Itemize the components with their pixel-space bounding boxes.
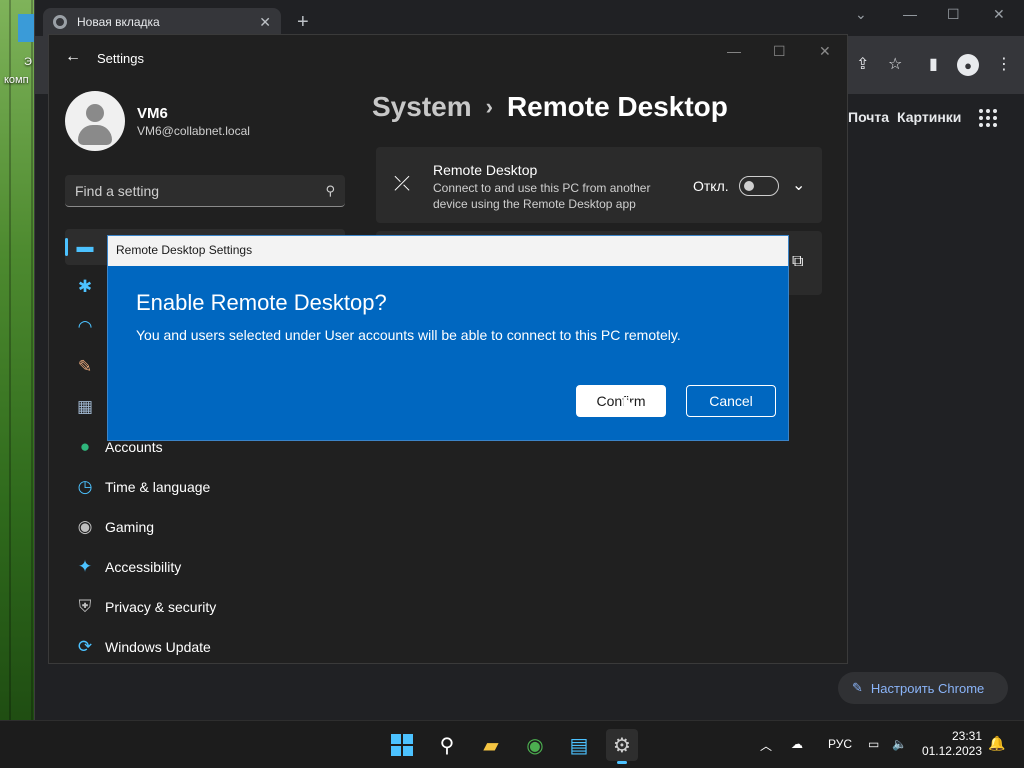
chevron-right-icon: › [485, 94, 493, 119]
avatar-body [78, 125, 112, 145]
windows-logo-icon [391, 734, 413, 756]
card-title: Remote Desktop [433, 162, 538, 178]
tab-close-icon[interactable]: ✕ [259, 14, 271, 31]
user-avatar[interactable] [65, 91, 125, 151]
bookmark-star-icon[interactable]: ☆ [888, 54, 902, 74]
desktop-icon-label: Э [24, 56, 32, 68]
open-external-icon[interactable]: ⧉ [792, 253, 803, 271]
network-icon[interactable]: ☁ [791, 737, 803, 751]
sidebar-item-label: Accessibility [105, 559, 182, 575]
sidebar-item-8[interactable]: ✦ Accessibility [65, 549, 345, 585]
language-indicator[interactable]: РУС [828, 737, 852, 751]
enable-remote-desktop-dialog: Remote Desktop Settings Enable Remote De… [107, 235, 789, 441]
nav-icon: ● [79, 437, 91, 456]
customize-chrome-button[interactable]: ✎ Настроить Chrome [838, 672, 1008, 704]
chevron-down-icon[interactable]: ⌄ [792, 175, 805, 195]
settings-taskbar-icon[interactable]: ⚙ [606, 729, 638, 764]
nav-icon: ✦ [77, 557, 93, 576]
mail-link[interactable]: Почта [848, 109, 889, 125]
user-email: VM6@collabnet.local [137, 124, 250, 138]
sidebar-item-10[interactable]: ⟳ Windows Update [65, 629, 345, 665]
tab-search-icon[interactable]: ⌄ [855, 6, 867, 23]
find-setting-input[interactable]: Find a setting ⚲ [65, 175, 345, 207]
minimize-button[interactable]: — [903, 6, 917, 22]
sidebar-item-label: Windows Update [105, 639, 211, 655]
nav-icon: ✎ [77, 357, 93, 376]
nav-icon: ✱ [77, 277, 93, 296]
user-name: VM6 [137, 105, 168, 122]
close-button[interactable]: ✕ [993, 6, 1005, 23]
toggle-state-label: Откл. [693, 178, 729, 194]
nav-icon: ◉ [77, 517, 93, 536]
sidebar-item-9[interactable]: ⛨ Privacy & security [65, 589, 345, 625]
breadcrumb: System › Remote Desktop [372, 91, 728, 123]
cancel-button[interactable]: Cancel [686, 385, 776, 417]
pencil-icon: ✎ [852, 680, 863, 695]
sidebar-item-label: Time & language [105, 479, 211, 495]
side-panel-icon[interactable]: ▮ [929, 54, 938, 74]
nav-icon: ⟳ [77, 637, 93, 656]
sidebar-item-label: Gaming [105, 519, 155, 535]
tray-overflow-icon[interactable]: ︿ [760, 737, 772, 754]
nav-icon: ◠ [77, 317, 93, 336]
nav-icon: ⛨ [78, 597, 92, 616]
tab-title: Новая вкладка [77, 15, 160, 29]
file-explorer-icon[interactable]: ▰ [475, 729, 507, 761]
dialog-heading: Enable Remote Desktop? [136, 290, 387, 315]
clock-date: 01.12.2023 [921, 744, 982, 758]
remote-desktop-icon: ⤫ [394, 173, 410, 195]
nav-icon: ◷ [77, 477, 93, 496]
search-glyph: ⚲ [439, 734, 455, 757]
chrome-glyph: ◉ [526, 734, 544, 757]
minimize-button[interactable]: — [727, 43, 741, 59]
notification-bell-icon[interactable]: 🔔 [988, 735, 1005, 752]
settings-title: Settings [97, 51, 144, 66]
images-link[interactable]: Картинки [897, 109, 961, 125]
page-title: Remote Desktop [506, 91, 728, 122]
sidebar-item-7[interactable]: ◉ Gaming [65, 509, 345, 545]
store-icon[interactable]: ▤ [563, 729, 595, 761]
dialog-message: You and users selected under User accoun… [136, 327, 681, 343]
avatar-head [86, 104, 104, 122]
chrome-favicon-icon [53, 15, 67, 29]
customize-chrome-label: Настроить Chrome [870, 680, 985, 696]
google-apps-icon[interactable] [979, 109, 997, 127]
nav-icon: ▬ [76, 237, 94, 256]
card-description: Connect to and use this PC from another … [433, 181, 651, 211]
maximize-button[interactable]: ☐ [947, 6, 960, 23]
clock-time: 23:31 [951, 729, 982, 743]
search-placeholder: Find a setting [75, 182, 160, 199]
sidebar-item-6[interactable]: ◷ Time & language [65, 469, 345, 505]
maximize-button[interactable]: ☐ [773, 43, 786, 60]
dialog-titlebar: Remote Desktop Settings [108, 236, 788, 266]
tab-strip: Новая вкладка ✕ + ⌄ — ☐ ✕ [35, 0, 1024, 36]
sidebar-item-label: Privacy & security [105, 599, 217, 615]
taskbar: ⚲ ▰ ◉ ▤ ⚙ ︿ ☁ РУС ▭ 🔈 23:31 01.12.2023 🔔 [0, 720, 1024, 768]
store-glyph: ▤ [569, 734, 589, 757]
clock[interactable]: 23:31 01.12.2023 [920, 729, 982, 759]
taskbar-search-icon[interactable]: ⚲ [431, 729, 463, 761]
profile-avatar-icon[interactable]: ● [957, 54, 979, 76]
tab-new-tab[interactable]: Новая вкладка ✕ [43, 8, 281, 36]
remote-desktop-card[interactable]: ⤫ Remote Desktop Connect to and use this… [376, 147, 822, 223]
nav-icon: ▦ [76, 397, 94, 416]
new-tab-button[interactable]: + [297, 12, 309, 32]
folder-glyph: ▰ [483, 734, 499, 757]
volume-icon[interactable]: 🔈 [892, 737, 907, 751]
search-icon: ⚲ [325, 182, 335, 198]
start-button[interactable] [386, 729, 418, 761]
gear-glyph: ⚙ [613, 734, 631, 757]
desktop-icon[interactable] [18, 14, 34, 42]
close-button[interactable]: ✕ [819, 43, 831, 60]
chrome-menu-icon[interactable]: ⋮ [996, 54, 1012, 74]
chrome-taskbar-icon[interactable]: ◉ [519, 729, 551, 761]
profile-glyph: ● [964, 57, 972, 73]
remote-desktop-toggle[interactable] [739, 176, 779, 196]
share-icon[interactable]: ⇪ [856, 54, 869, 74]
back-arrow-icon[interactable]: ← [65, 48, 81, 66]
display-icon[interactable]: ▭ [868, 737, 879, 751]
desktop-icon-label: комп [4, 74, 29, 86]
sidebar-item-label: Accounts [105, 439, 163, 455]
breadcrumb-parent[interactable]: System [372, 91, 472, 123]
